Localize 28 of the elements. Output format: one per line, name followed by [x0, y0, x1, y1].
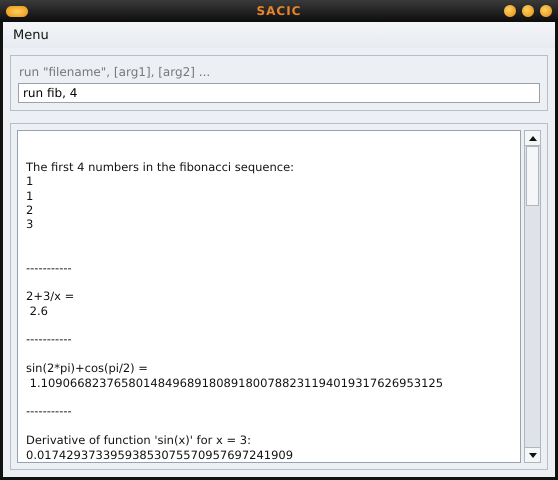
- command-field[interactable]: run fib, 4: [18, 83, 540, 103]
- scroll-thumb[interactable]: [526, 146, 539, 206]
- minimize-button[interactable]: [504, 5, 516, 17]
- output-line: 0.01742937339593853075570957697241909: [26, 448, 294, 462]
- output-line: -----------: [26, 260, 73, 275]
- caret-down-icon: [528, 452, 536, 458]
- output-line: 2+3/x =: [26, 289, 76, 304]
- output-line: The first 4 numbers in the fibonacci sequence:: [26, 160, 296, 174]
- menu-item[interactable]: Menu: [13, 28, 49, 42]
- output-line: -----------: [26, 404, 73, 419]
- scroll-down-button[interactable]: [525, 447, 540, 462]
- close-button[interactable]: [540, 5, 552, 17]
- output-line: 1: [26, 188, 34, 203]
- output-line: 1: [26, 174, 34, 189]
- output-line: 1.1090668237658014849689180891800788231194019317626953125: [28, 376, 444, 390]
- command-label: run "filename", [arg1], [arg2] ...: [18, 65, 212, 79]
- scroll-up-button[interactable]: [525, 131, 540, 146]
- output-line: 2.6: [28, 304, 49, 318]
- output-line: 2: [26, 202, 34, 218]
- caret-up-icon: [528, 136, 536, 140]
- window-menu-icon[interactable]: [6, 6, 28, 16]
- output-line: -----------: [26, 332, 73, 347]
- output-line: Derivative of function 'sin(x)' for x = 3:: [26, 433, 252, 448]
- window-title: SACIC: [256, 4, 302, 18]
- output-line: 3: [26, 217, 34, 232]
- output-line: sin(2*pi)+cos(pi/2) =: [26, 361, 149, 376]
- scrollbar[interactable]: [524, 130, 541, 463]
- maximize-button[interactable]: [522, 5, 534, 17]
